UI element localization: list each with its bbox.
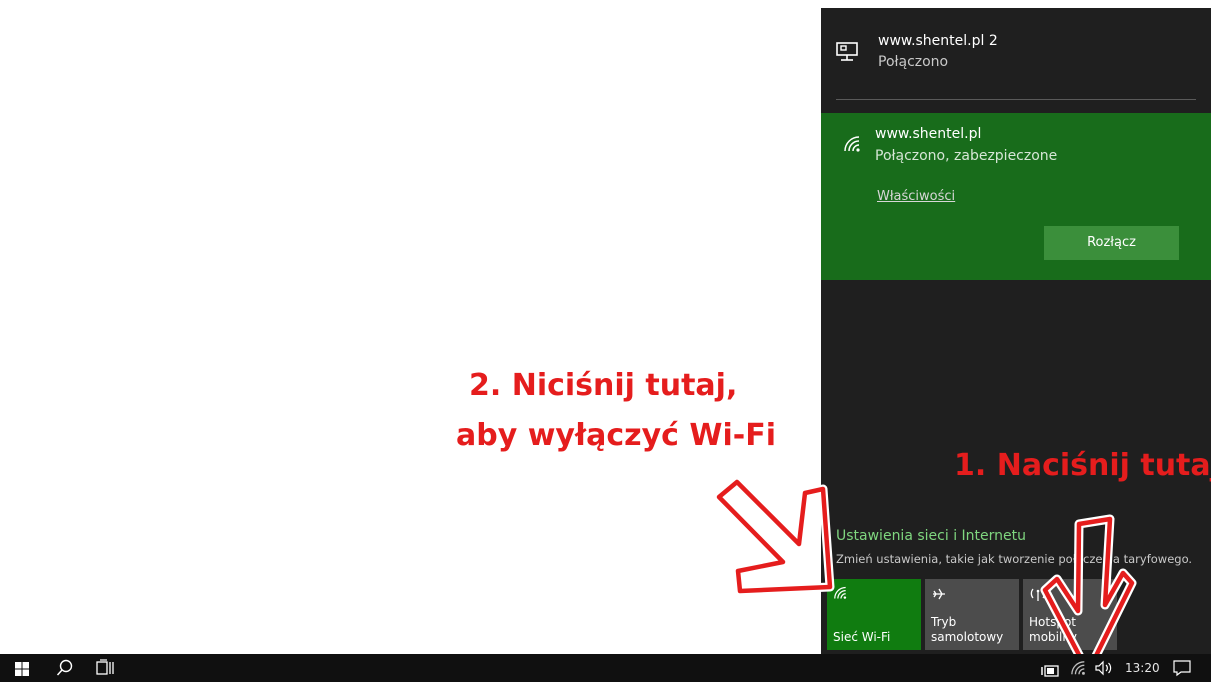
annotation-arrows [714,477,1137,677]
taskbar: 13:20 [0,654,1211,682]
battery-power-icon[interactable] [1041,662,1059,681]
task-view-icon[interactable] [96,659,114,681]
taskbar-clock[interactable]: 13:20 [1125,661,1160,675]
tray-wifi-icon[interactable] [1070,660,1088,680]
action-center-icon[interactable] [1173,659,1191,681]
windows-start-icon[interactable] [15,661,29,680]
arrow-to-wifi-tile [714,477,835,596]
arrow-to-tray-wifi [1040,514,1137,677]
search-icon[interactable] [56,659,74,681]
volume-icon[interactable] [1095,660,1113,680]
